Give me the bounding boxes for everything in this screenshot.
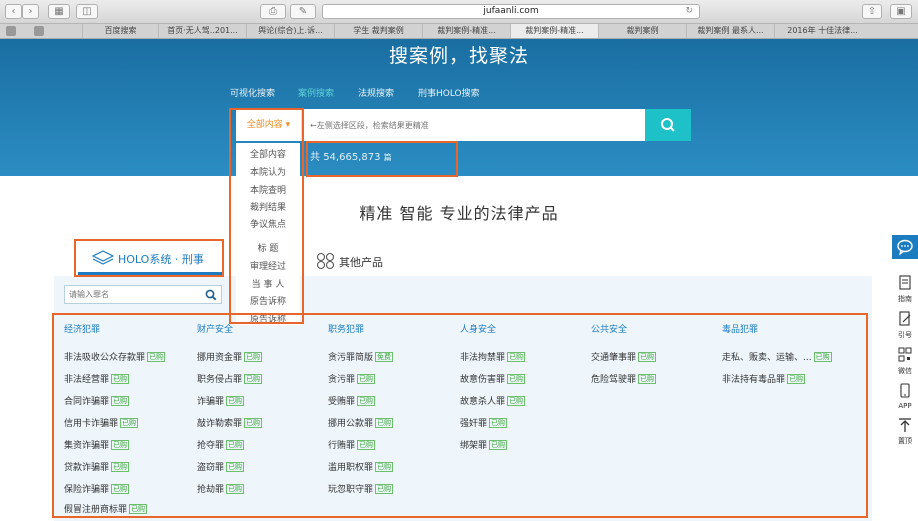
tab-law-search[interactable]: 法规搜索	[358, 86, 394, 99]
search-input[interactable]	[310, 109, 640, 141]
hero-section: 搜案例，找聚法 可视化搜索 案例搜索 法规搜索 刑事HOLO搜索 全部内容 ▾ …	[0, 39, 918, 176]
tab-case-search[interactable]: 案例搜索	[298, 86, 334, 99]
browser-tab[interactable]: 2016年 十佳法律...	[774, 24, 870, 38]
share-icon[interactable]: ⇧	[862, 4, 882, 19]
forward-button[interactable]: ›	[22, 4, 39, 19]
quote-button[interactable]: 引号	[892, 311, 918, 340]
tab-visual-search[interactable]: 可视化搜索	[230, 86, 275, 99]
browser-tab-active[interactable]: 裁判案例-精准...	[510, 24, 598, 38]
grid-circles-icon	[316, 252, 335, 270]
sidebar-button[interactable]: ◫	[76, 4, 98, 19]
address-bar[interactable]: jufaanli.com ↻	[322, 4, 700, 19]
browser-toolbar: ‹ › ▦ ◫ ⎙ ✎ jufaanli.com ↻ ⇧ ▣	[0, 0, 918, 24]
app-button[interactable]: APP	[892, 383, 918, 410]
highlight-box-holo-tab	[74, 239, 224, 277]
browser-tab[interactable]: 首页·无人驾..201...	[158, 24, 246, 38]
reading-list-icon[interactable]	[34, 26, 44, 36]
chat-icon	[897, 239, 913, 256]
browser-tab[interactable]: 裁判案例-精准...	[422, 24, 510, 38]
arrow-up-icon	[899, 418, 911, 432]
qr-code-icon	[898, 347, 912, 362]
tab-other-label: 其他产品	[339, 256, 383, 269]
browser-tab[interactable]: 裁判案例	[598, 24, 686, 38]
chat-button[interactable]	[892, 235, 918, 259]
tabs-overview-icon[interactable]: ▣	[890, 4, 912, 19]
tab-holo-search[interactable]: 刑事HOLO搜索	[418, 86, 480, 99]
highlight-box-dropdown	[229, 108, 304, 324]
highlight-box-crime-grid	[52, 313, 868, 518]
wechat-button[interactable]: 微信	[892, 347, 918, 376]
guide-button[interactable]: 指南	[892, 275, 918, 304]
reload-icon[interactable]: ↻	[685, 5, 693, 18]
wechat-label: 微信	[898, 367, 912, 375]
hero-title: 搜案例，找聚法	[388, 45, 529, 67]
highlight-box-count	[306, 141, 458, 177]
back-button[interactable]: ‹	[5, 4, 22, 19]
browser-tab[interactable]: 裁判案例 最系人...	[686, 24, 774, 38]
back-to-top-label: 置顶	[898, 437, 912, 445]
quote-label: 引号	[898, 331, 912, 339]
print-icon[interactable]: ⎙	[260, 4, 286, 19]
back-to-top-button[interactable]: 置顶	[892, 417, 918, 446]
search-icon	[661, 118, 675, 132]
browser-tab[interactable]: 舆论(综合)上.诉...	[246, 24, 334, 38]
url-text: jufaanli.com	[483, 6, 539, 16]
tab-bar: 百度搜索 首页·无人驾..201... 舆论(综合)上.诉... 学生 裁判案例…	[0, 24, 918, 39]
top-sites-button[interactable]: ▦	[48, 4, 70, 19]
search-icon[interactable]	[205, 289, 217, 301]
right-floating-bar: 指南 引号 微信 APP 置顶	[892, 235, 918, 521]
crime-search-box	[64, 285, 222, 304]
edit-icon	[899, 311, 911, 326]
document-icon	[899, 275, 911, 290]
phone-icon	[900, 383, 910, 398]
bookmarks-icon[interactable]	[6, 26, 16, 36]
search-button[interactable]	[645, 109, 691, 141]
guide-label: 指南	[898, 295, 912, 303]
tab-other-products[interactable]: 其他产品	[316, 252, 383, 270]
app-label: APP	[898, 402, 912, 410]
slogan: 精准 智能 专业的法律产品	[359, 204, 559, 223]
crime-search-input[interactable]	[69, 286, 199, 303]
browser-tab[interactable]: 百度搜索	[82, 24, 158, 38]
reader-icon[interactable]: ✎	[290, 4, 316, 19]
browser-tab[interactable]: 学生 裁判案例	[334, 24, 422, 38]
